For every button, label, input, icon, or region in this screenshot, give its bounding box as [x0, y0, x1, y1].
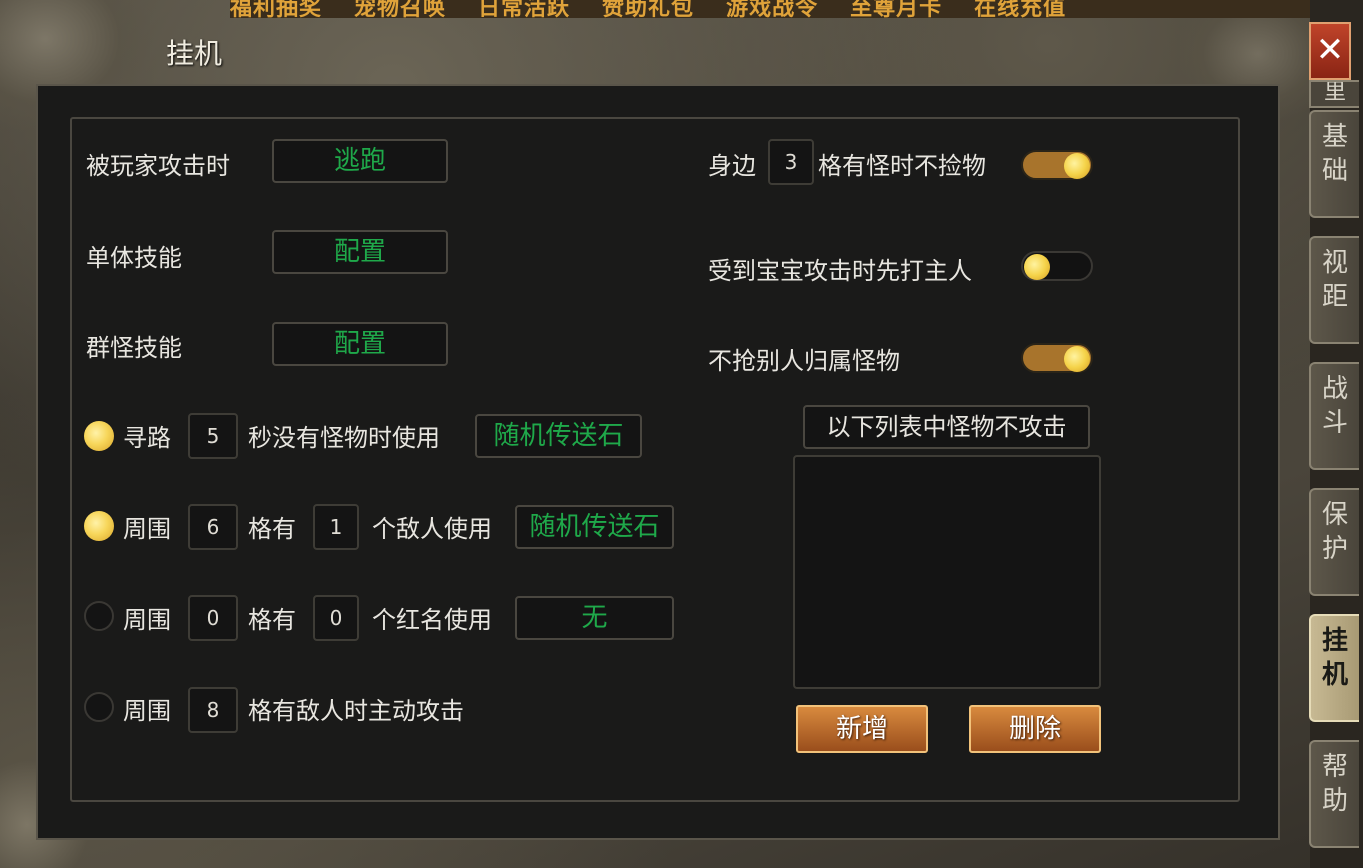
pathfind-seconds-input[interactable]: 5: [188, 413, 238, 459]
enemy-item-button[interactable]: 随机传送石: [515, 505, 674, 549]
side-tab-partial[interactable]: 里: [1309, 80, 1359, 108]
group-skill-label: 群怪技能: [86, 334, 182, 362]
auto-attack-range-input[interactable]: 8: [188, 687, 238, 733]
pet-attack-toggle[interactable]: [1021, 251, 1093, 281]
top-menu-item[interactable]: 在线充值: [974, 0, 1066, 18]
top-menu-item[interactable]: 至尊月卡: [850, 0, 942, 18]
pathfind-condition-label: 秒没有怪物时使用: [248, 424, 440, 452]
redname-count-input[interactable]: 0: [313, 595, 359, 641]
top-menu: 福利抽奖 宠物召唤 日常活跃 赞助礼包 游戏战令 至尊月卡 在线充值: [230, 0, 1310, 18]
window-title: 挂机: [166, 37, 223, 70]
enemy-count-radio[interactable]: [84, 511, 114, 541]
tab-label: 挂机: [1321, 626, 1348, 690]
top-menu-item[interactable]: 游戏战令: [726, 0, 818, 18]
redname-range-label: 格有: [248, 606, 296, 634]
enemy-count-input[interactable]: 1: [313, 504, 359, 550]
tab-label: 保护: [1321, 500, 1348, 564]
auto-attack-label: 周围: [123, 697, 171, 725]
pathfind-item-button[interactable]: 随机传送石: [475, 414, 642, 458]
tab-auto-battle[interactable]: 挂机: [1309, 614, 1359, 722]
top-menu-item[interactable]: 宠物召唤: [354, 0, 446, 18]
no-steal-toggle[interactable]: [1021, 343, 1093, 373]
attacked-action-button[interactable]: 逃跑: [272, 139, 448, 183]
toggle-knob: [1064, 153, 1090, 179]
delete-button[interactable]: 删除: [969, 705, 1101, 753]
close-button[interactable]: ✕: [1309, 22, 1351, 80]
pickup-range-input[interactable]: 3: [768, 139, 814, 185]
tab-combat[interactable]: 战斗: [1309, 362, 1359, 470]
redname-item-button[interactable]: 无: [515, 596, 674, 640]
single-skill-config-button[interactable]: 配置: [272, 230, 448, 274]
close-icon: ✕: [1315, 30, 1345, 70]
pet-attack-label: 受到宝宝攻击时先打主人: [708, 257, 972, 285]
pathfind-label: 寻路: [123, 424, 171, 452]
pickup-prefix-label: 身边: [708, 152, 756, 180]
tab-help[interactable]: 帮助: [1309, 740, 1359, 848]
group-skill-config-button[interactable]: 配置: [272, 322, 448, 366]
no-steal-label: 不抢别人归属怪物: [708, 347, 900, 375]
tab-basic[interactable]: 基础: [1309, 110, 1359, 218]
tab-label: 帮助: [1321, 752, 1348, 816]
redname-radio[interactable]: [84, 601, 114, 631]
auto-attack-condition-label: 格有敌人时主动攻击: [248, 697, 464, 725]
single-skill-label: 单体技能: [86, 244, 182, 272]
pickup-toggle[interactable]: [1021, 150, 1093, 180]
tab-view-distance[interactable]: 视距: [1309, 236, 1359, 344]
toggle-knob: [1024, 254, 1050, 280]
ignore-list-title: 以下列表中怪物不攻击: [803, 405, 1090, 449]
enemy-use-label: 个敌人使用: [372, 515, 492, 543]
pickup-suffix-label: 格有怪时不捡物: [818, 152, 986, 180]
attacked-label: 被玩家攻击时: [86, 152, 230, 180]
enemy-range-label: 格有: [248, 515, 296, 543]
top-menu-item[interactable]: 福利抽奖: [230, 0, 322, 18]
ignore-monster-list[interactable]: [793, 455, 1101, 689]
top-menu-item[interactable]: 赞助礼包: [602, 0, 694, 18]
enemy-count-label: 周围: [123, 515, 171, 543]
enemy-range-input[interactable]: 6: [188, 504, 238, 550]
tab-label: 基础: [1321, 122, 1348, 186]
top-menu-item[interactable]: 日常活跃: [478, 0, 570, 18]
redname-range-input[interactable]: 0: [188, 595, 238, 641]
tab-label: 战斗: [1321, 374, 1348, 438]
toggle-knob: [1064, 346, 1090, 372]
auto-attack-radio[interactable]: [84, 692, 114, 722]
redname-use-label: 个红名使用: [372, 606, 492, 634]
tab-label: 视距: [1321, 248, 1348, 312]
redname-label: 周围: [123, 606, 171, 634]
tab-protect[interactable]: 保护: [1309, 488, 1359, 596]
pathfind-radio[interactable]: [84, 421, 114, 451]
add-button[interactable]: 新增: [796, 705, 928, 753]
